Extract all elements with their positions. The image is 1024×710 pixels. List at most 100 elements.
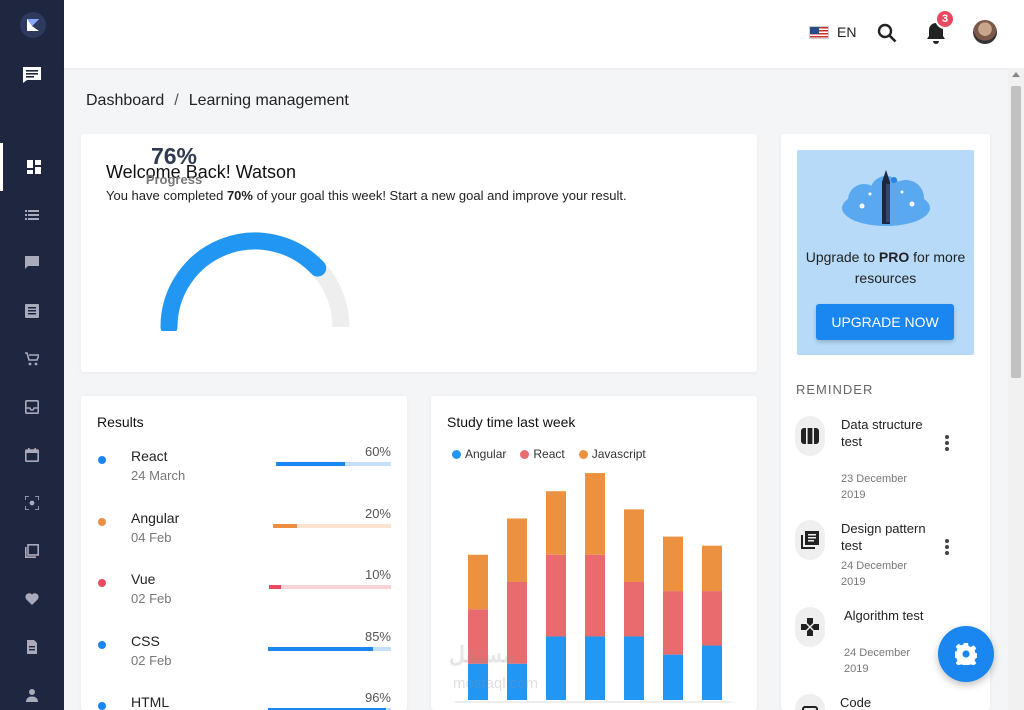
result-dot xyxy=(98,579,106,587)
sidebar-item-calendar[interactable] xyxy=(0,431,64,479)
result-name: Angular xyxy=(131,510,180,526)
reminder-title: Design pattern test xyxy=(841,521,926,553)
result-date: 24 March xyxy=(131,468,186,483)
language-selector[interactable]: EN xyxy=(809,24,856,40)
result-progress-track xyxy=(269,585,391,589)
more-vert-icon[interactable] xyxy=(944,434,950,452)
bar-react-3 xyxy=(546,554,566,637)
gamepad-icon xyxy=(795,607,825,647)
settings-button[interactable] xyxy=(938,626,994,682)
bar-react-4 xyxy=(585,554,605,637)
result-name: CSS xyxy=(131,633,160,649)
watermark-arabic: مستقل xyxy=(449,642,515,667)
results-card: Results React 24 March 60% Angular 04 Feb 20%… xyxy=(81,396,407,710)
sidebar-item-messages[interactable] xyxy=(0,239,64,287)
notification-badge: 3 xyxy=(935,9,955,29)
note-icon xyxy=(25,304,39,318)
columns-icon xyxy=(795,416,825,456)
result-name: React xyxy=(131,448,168,464)
reminder-date: 24 December 2019 xyxy=(841,560,908,588)
scan-icon xyxy=(25,496,39,510)
result-name: Vue xyxy=(131,571,156,587)
result-progress-track xyxy=(268,647,391,651)
scroll-thumb[interactable] xyxy=(1011,86,1021,378)
breadcrumb-root[interactable]: Dashboard xyxy=(86,92,164,110)
result-date: 02 Feb xyxy=(131,653,172,668)
calendar-icon xyxy=(25,448,39,462)
result-percent: 85% xyxy=(364,629,391,644)
user-icon xyxy=(26,689,38,702)
reminder-heading: REMINDER xyxy=(796,382,874,397)
sidebar-item-inbox[interactable] xyxy=(0,383,64,431)
progress-gauge-fill xyxy=(160,232,327,331)
bar-javascript-7 xyxy=(702,545,722,592)
chat-icon[interactable] xyxy=(22,66,42,84)
breadcrumb: Dashboard / Learning management xyxy=(86,92,349,110)
result-progress-fill xyxy=(268,647,373,651)
bar-angular-7 xyxy=(702,645,722,700)
upgrade-promo: Upgrade to PRO for more resources UPGRAD… xyxy=(797,150,974,355)
bar-angular-4 xyxy=(585,636,605,700)
result-percent: 96% xyxy=(364,690,391,705)
sidebar-item-shop[interactable] xyxy=(0,335,64,383)
gallery-icon xyxy=(25,544,39,558)
reminder-date: 24 December 2019 xyxy=(844,647,911,675)
bar-angular-6 xyxy=(663,654,683,700)
upgrade-button[interactable]: UPGRADE NOW xyxy=(816,304,954,340)
rocket-cloud-icon xyxy=(842,170,930,226)
right-panel: Upgrade to PRO for more resources UPGRAD… xyxy=(781,134,990,710)
code-icon xyxy=(795,694,825,710)
app-logo[interactable] xyxy=(20,12,46,38)
sidebar-item-list[interactable] xyxy=(0,191,64,239)
document-icon xyxy=(27,640,37,654)
result-row: Angular 04 Feb 20% xyxy=(81,506,407,556)
result-row: Vue 02 Feb 10% xyxy=(81,567,407,617)
result-percent: 60% xyxy=(364,444,391,459)
result-row: React 24 March 60% xyxy=(81,444,407,494)
heart-icon xyxy=(25,593,39,605)
sidebar-item-favorites[interactable] xyxy=(0,575,64,623)
library-icon xyxy=(795,520,825,560)
sidebar-item-scan[interactable] xyxy=(0,479,64,527)
bar-javascript-3 xyxy=(546,491,566,555)
sidebar xyxy=(0,0,64,710)
result-percent: 10% xyxy=(364,567,391,582)
progress-gauge xyxy=(160,232,350,331)
sidebar-item-notes[interactable] xyxy=(0,287,64,335)
welcome-subtitle: You have completed 70% of your goal this… xyxy=(106,188,627,203)
result-dot xyxy=(98,456,106,464)
message-icon xyxy=(25,256,39,269)
result-dot xyxy=(98,702,106,710)
result-date: 02 Feb xyxy=(131,591,172,606)
search-icon[interactable] xyxy=(876,22,898,44)
bar-javascript-5 xyxy=(624,509,644,582)
result-name: HTML xyxy=(131,694,170,710)
top-bar: EN 3 xyxy=(64,0,1024,68)
result-progress-fill xyxy=(269,585,282,589)
breadcrumb-current: Learning management xyxy=(188,92,349,109)
more-vert-icon[interactable] xyxy=(944,538,950,556)
watermark-latin: mostaql.com xyxy=(453,675,539,692)
sidebar-item-profile[interactable] xyxy=(0,671,64,710)
result-progress-track xyxy=(276,462,391,466)
us-flag-icon xyxy=(809,25,829,39)
bar-react-6 xyxy=(663,591,683,655)
avatar[interactable] xyxy=(973,20,997,44)
result-row: CSS 02 Feb 85% xyxy=(81,629,407,679)
reminder-title: Data structure test xyxy=(841,417,923,449)
reminder-date: 23 December 2019 xyxy=(841,473,908,501)
progress-label: Progress xyxy=(145,172,203,187)
goal-percent: 70% xyxy=(226,188,253,203)
result-progress-fill xyxy=(276,462,345,466)
bar-javascript-6 xyxy=(663,536,683,592)
sidebar-item-documents[interactable] xyxy=(0,623,64,671)
reminder-title: Code xyxy=(840,695,872,710)
scroll-up-arrow-icon[interactable] xyxy=(1012,72,1020,77)
sidebar-item-gallery[interactable] xyxy=(0,527,64,575)
sidebar-item-dashboard[interactable] xyxy=(0,143,64,191)
logo-icon xyxy=(27,19,39,31)
bar-angular-5 xyxy=(624,636,644,700)
gear-icon xyxy=(955,643,977,665)
scrollbar[interactable] xyxy=(1008,68,1024,710)
breadcrumb-separator: / xyxy=(174,92,179,109)
